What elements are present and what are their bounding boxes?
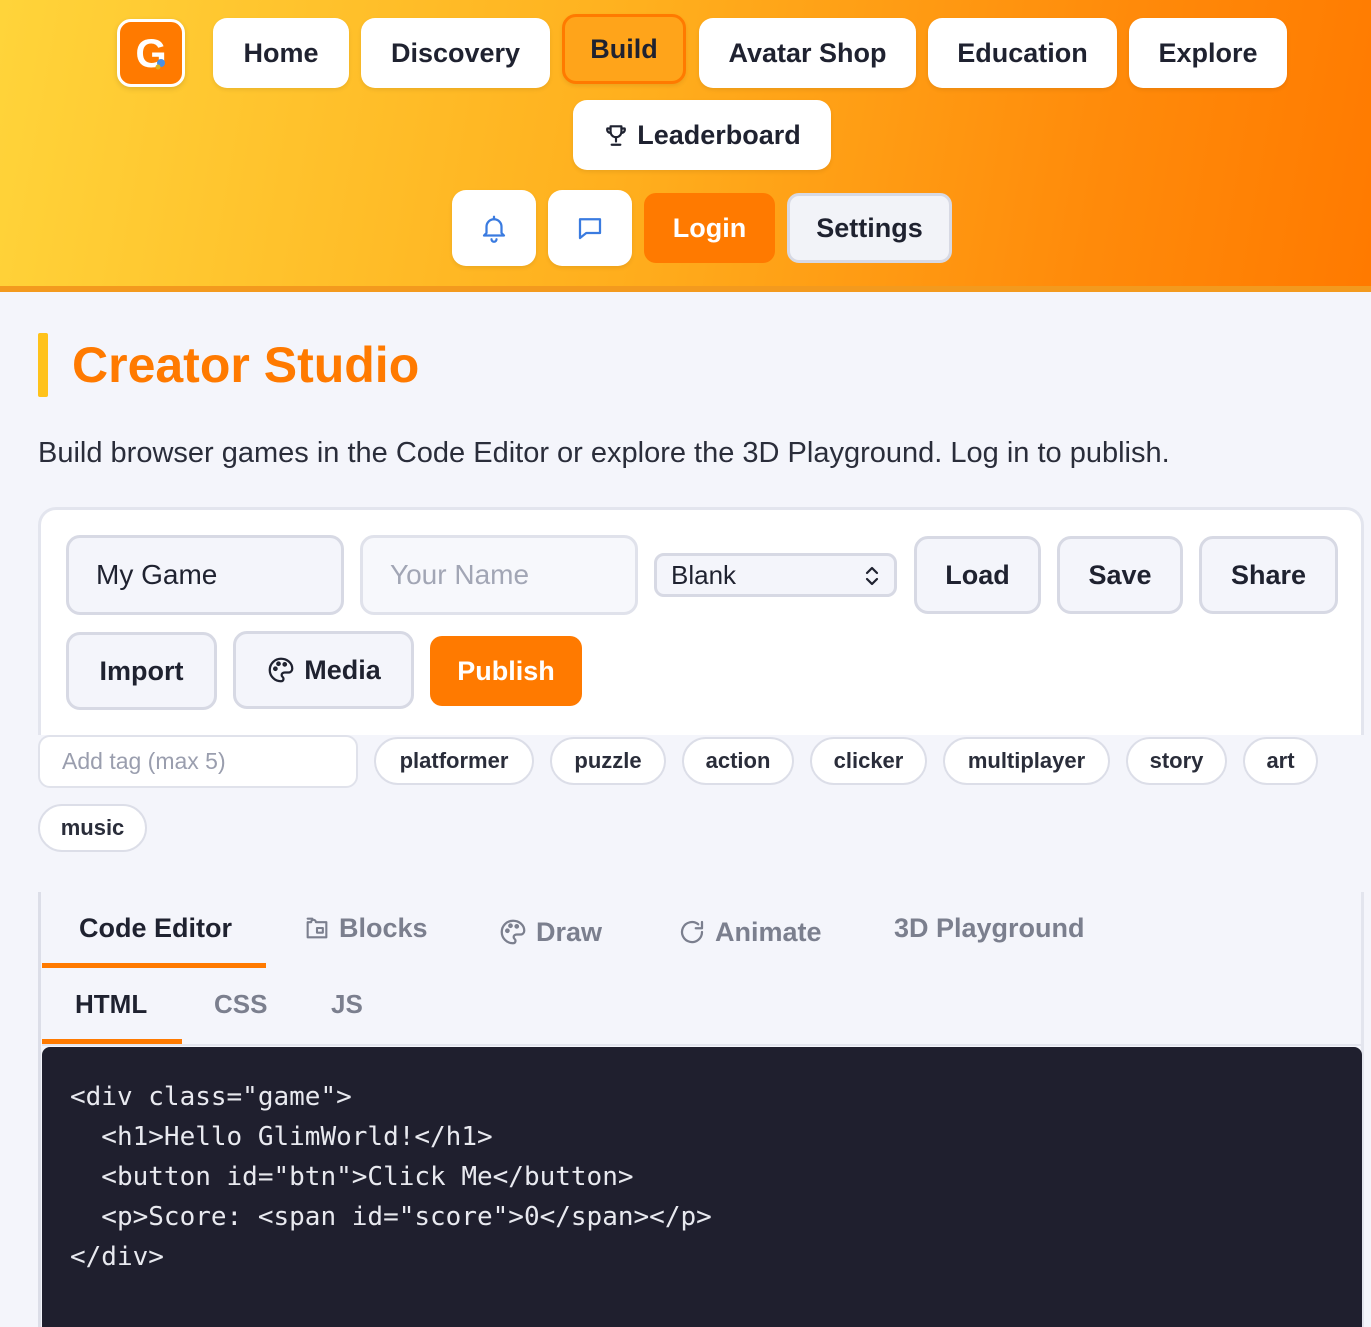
tab-blocks[interactable]: Blocks [303,906,428,950]
code-editor-textarea[interactable]: <div class="game"> <h1>Hello GlimWorld!<… [42,1047,1362,1327]
tab-blocks-label: Blocks [339,912,428,943]
load-button[interactable]: Load [914,536,1041,614]
nav-build-button[interactable]: Build [562,14,686,84]
palette-icon [498,917,528,947]
nav-leaderboard-label: Leaderboard [637,119,801,150]
select-chevron-icon [862,564,882,595]
publish-button[interactable]: Publish [430,636,582,706]
media-button-label: Media [304,654,381,685]
tab-animate-label: Animate [715,916,822,947]
tab-3d-playground[interactable]: 3D Playground [894,906,1085,950]
logo-icon: G [129,31,173,76]
top-navigation-header: G Home Discovery Build Avatar Shop Educa… [0,0,1371,292]
palette-icon [266,655,296,685]
share-button[interactable]: Share [1199,536,1338,614]
template-select-value: Blank [671,559,737,590]
nav-leaderboard-button[interactable]: Leaderboard [573,100,831,170]
nav-home-label: Home [243,37,319,68]
nav-explore-label: Explore [1158,37,1258,68]
tag-chip-music[interactable]: music [38,804,147,852]
template-select[interactable]: Blank [654,553,897,597]
add-tag-input[interactable]: Add tag (max 5) [38,735,358,788]
save-button[interactable]: Save [1057,536,1183,614]
refresh-icon [677,917,707,947]
nav-education-label: Education [957,37,1088,68]
active-tab-indicator [42,963,266,968]
nav-home-button[interactable]: Home [213,18,349,88]
notifications-button[interactable] [452,190,536,266]
author-name-input[interactable]: Your Name [360,535,638,615]
tag-chip-puzzle[interactable]: puzzle [550,737,666,785]
tag-chip-art[interactable]: art [1243,737,1318,785]
tag-chip-action[interactable]: action [682,737,794,785]
chat-icon [578,218,602,240]
tag-chip-multiplayer[interactable]: multiplayer [943,737,1110,785]
tab-draw-label: Draw [536,916,603,947]
bell-icon [482,215,506,243]
nav-education-button[interactable]: Education [928,18,1117,88]
messages-button[interactable] [548,190,632,266]
subtab-html[interactable]: HTML [75,984,147,1024]
nav-explore-button[interactable]: Explore [1129,18,1287,88]
page-title: Creator Studio [72,337,420,393]
tab-code-editor-label: Code Editor [79,912,232,943]
nav-discovery-label: Discovery [390,37,521,68]
subtab-divider [42,1044,1362,1046]
subtab-css[interactable]: CSS [214,984,267,1024]
tag-chip-story[interactable]: story [1126,737,1227,785]
tag-chip-clicker[interactable]: clicker [810,737,927,785]
tab-3d-playground-label: 3D Playground [894,912,1085,943]
tab-code-editor[interactable]: Code Editor [79,906,232,950]
blocks-icon [303,914,331,942]
nav-avatar-shop-label: Avatar Shop [728,37,887,68]
page-subtitle: Build browser games in the Code Editor o… [38,437,1170,469]
settings-button[interactable]: Settings [787,193,952,263]
login-button[interactable]: Login [644,193,775,263]
trophy-icon [603,122,629,148]
tab-animate[interactable]: Animate [677,910,822,954]
tag-chip-platformer[interactable]: platformer [374,737,534,785]
site-logo[interactable]: G [117,19,185,87]
svg-text:G: G [135,32,166,76]
nav-avatar-shop-button[interactable]: Avatar Shop [699,18,916,88]
nav-discovery-button[interactable]: Discovery [361,18,550,88]
media-button[interactable]: Media [233,631,414,709]
title-accent-bar [38,333,48,397]
game-name-input[interactable]: My Game [66,535,344,615]
nav-build-label: Build [590,33,658,64]
tab-draw[interactable]: Draw [498,910,602,954]
subtab-js[interactable]: JS [331,984,363,1024]
import-button[interactable]: Import [66,632,217,710]
